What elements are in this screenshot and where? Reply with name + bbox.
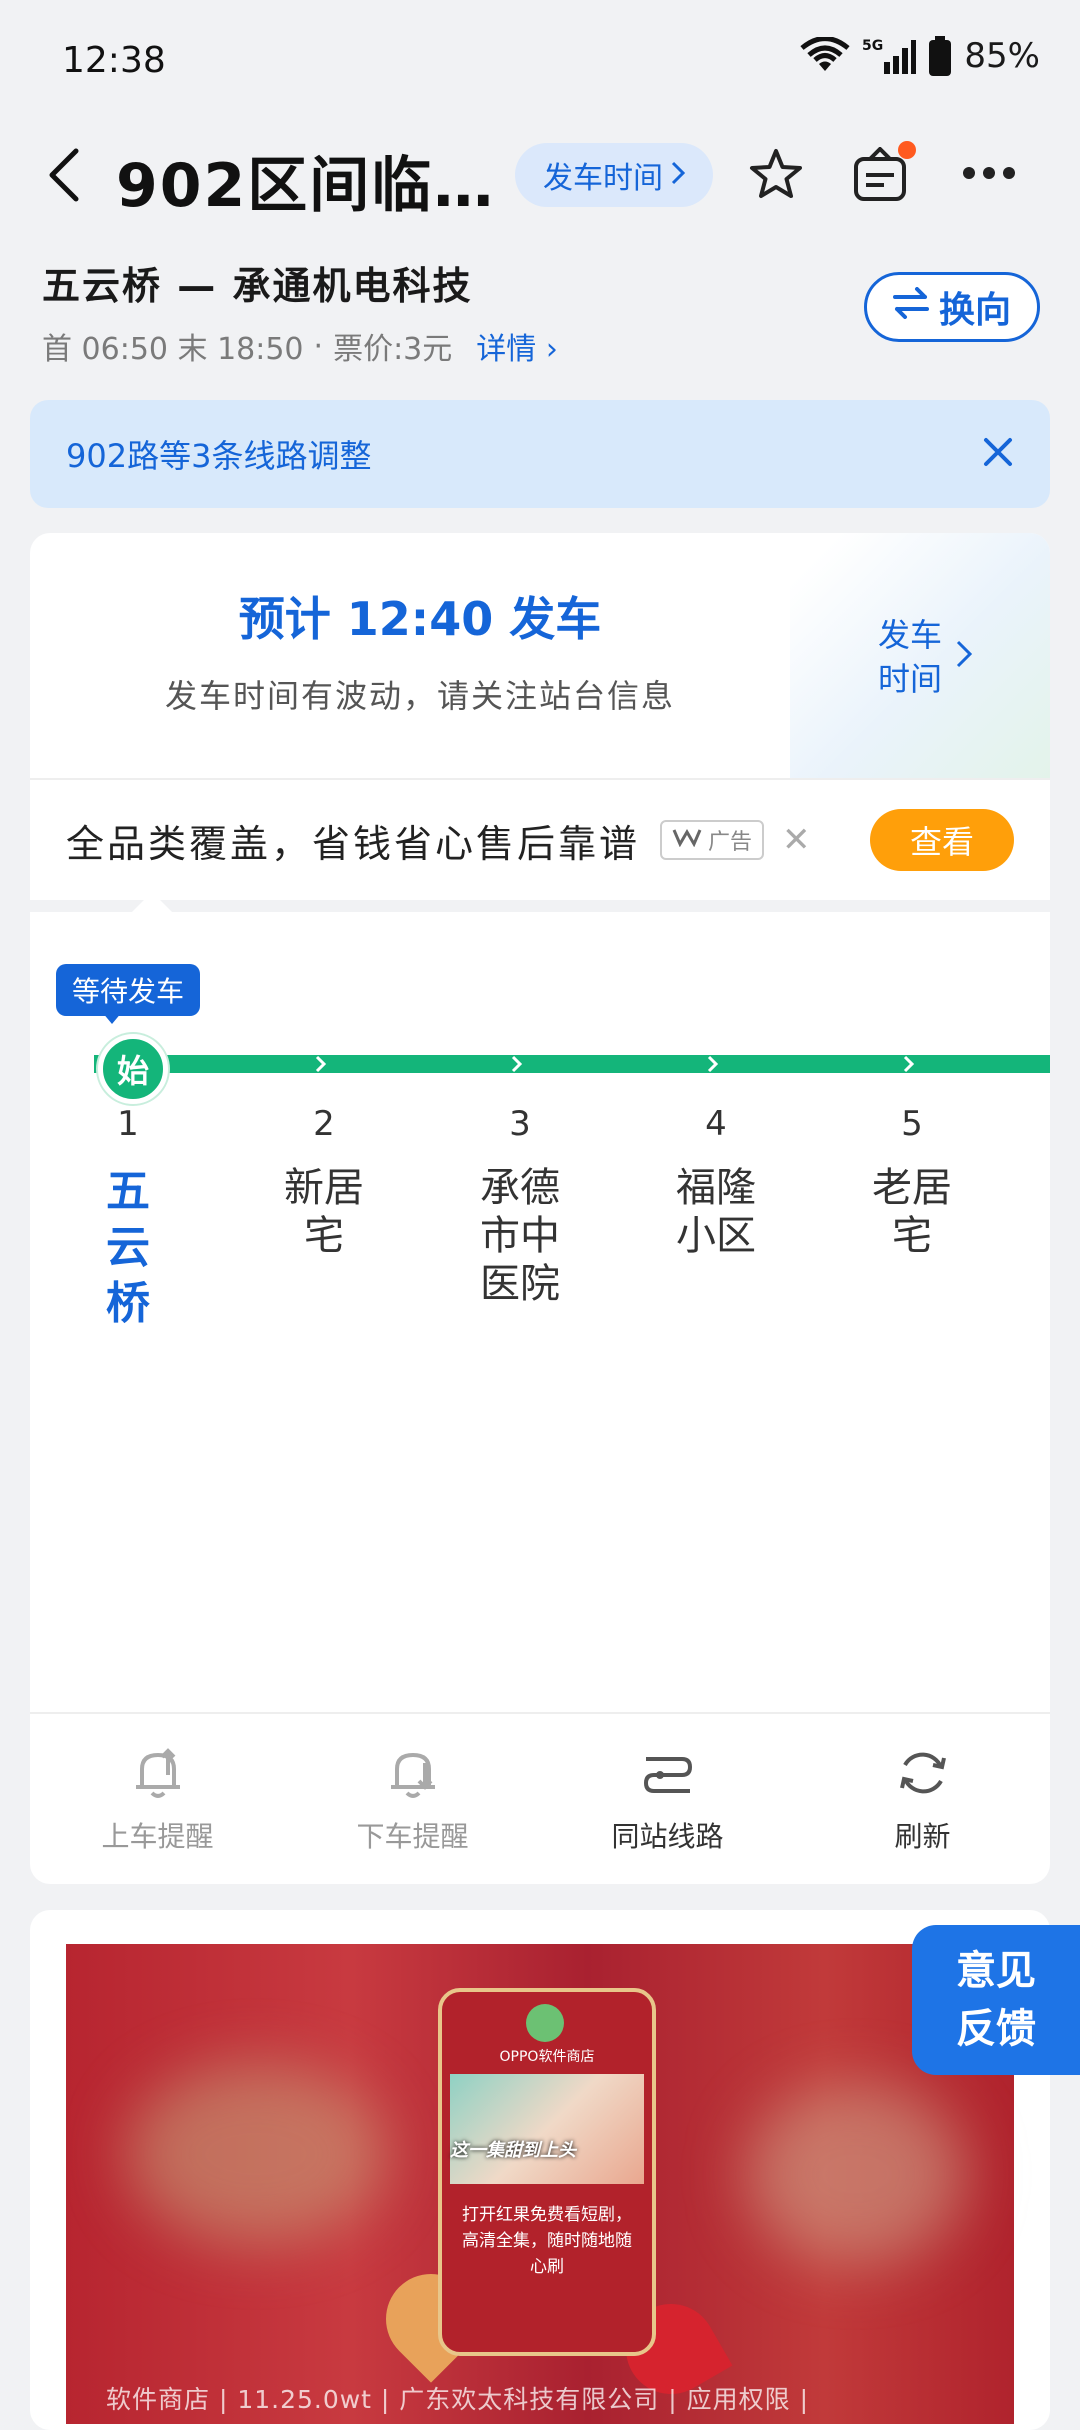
- waiting-departure-tag: 等待发车: [56, 964, 201, 1016]
- line-toolbar: 上车提醒 下车提醒 同站线路 刷新: [30, 1712, 1050, 1886]
- blurred-background-shape: [126, 2064, 386, 2244]
- drama-tagline: 这一集甜到上头: [450, 2140, 576, 2161]
- switch-direction-label: 换向: [938, 290, 1011, 331]
- departure-time-label: 发车时间: [543, 161, 663, 196]
- app-store-logo-icon: [526, 2004, 564, 2042]
- same-stop-lines-button[interactable]: 同站线路: [540, 1714, 795, 1886]
- back-arrow-icon[interactable]: [44, 147, 84, 203]
- route-info: 五云桥 — 承通机电科技 首 06:50 末 18:50 · 票价:3元 详情 …: [42, 255, 558, 368]
- departure-card: 预计 12:40 发车 发车时间有波动，请关注站台信息 发车 时间 全品类覆盖，…: [30, 533, 1050, 900]
- stop-number: 4: [705, 1104, 727, 1144]
- stop-number: 1: [117, 1104, 139, 1144]
- svg-text:5G: 5G: [862, 38, 883, 54]
- notification-dot: [898, 141, 916, 159]
- page-title: 902区间临…: [116, 151, 496, 221]
- feedback-button[interactable]: 意见 反馈: [912, 1925, 1080, 2075]
- stop-name: 新居宅: [284, 1165, 364, 1259]
- bell-board-icon: [130, 1745, 186, 1805]
- cellular-signal-icon: 5G: [862, 36, 917, 76]
- phone-mockup: OPPO软件商店 这一集甜到上头 打开红果免费看短剧，高清全集，随时随地随心刷: [438, 1988, 656, 2356]
- stop-item[interactable]: 2 新居宅: [284, 1104, 364, 1260]
- more-icon[interactable]: [962, 165, 1016, 185]
- wifi-icon: [800, 37, 851, 75]
- separator-dot: ·: [313, 328, 324, 364]
- fare: 票价:3元: [333, 332, 453, 367]
- feedback-line1: 意见: [956, 1948, 1036, 1994]
- schedule-link-line1: 发车: [878, 616, 943, 654]
- details-label: 详情: [476, 332, 537, 367]
- refresh-label: 刷新: [894, 1820, 951, 1853]
- notice-board-icon[interactable]: [852, 141, 916, 207]
- ad-badge-label: 广告: [708, 830, 753, 855]
- start-marker: 始: [98, 1034, 168, 1104]
- departure-title: 预计 12:40 发车: [238, 592, 602, 646]
- battery-icon: [928, 36, 952, 76]
- departure-time-button[interactable]: 发车时间: [515, 143, 713, 207]
- ad-badge: 广告: [660, 820, 765, 860]
- store-name: OPPO软件商店: [499, 2049, 595, 2065]
- refresh-icon: [895, 1745, 951, 1805]
- refresh-button[interactable]: 刷新: [795, 1714, 1050, 1886]
- route-name: 五云桥 — 承通机电科技: [42, 264, 473, 308]
- route-adjustment-notice[interactable]: 902路等3条线路调整: [30, 400, 1050, 508]
- direction-chevron-icon: [900, 1055, 918, 1073]
- inline-ad[interactable]: 全品类覆盖，省钱省心售后靠谱 广告 ✕ 查看: [30, 778, 1050, 900]
- stop-name: 老居宅: [872, 1165, 952, 1259]
- alight-alert-button[interactable]: 下车提醒: [285, 1714, 540, 1886]
- stop-name: 承德市中医院: [480, 1165, 560, 1307]
- app-store-banner-ad[interactable]: OPPO软件商店 这一集甜到上头 打开红果免费看短剧，高清全集，随时随地随心刷 …: [66, 1944, 1014, 2424]
- route-swap-icon: [640, 1745, 696, 1805]
- stop-item[interactable]: 3 承德市中医院: [480, 1104, 560, 1308]
- ad-view-button[interactable]: 查看: [870, 809, 1014, 871]
- notice-text: 902路等3条线路调整: [66, 437, 372, 475]
- departure-schedule-link[interactable]: 发车 时间: [878, 613, 973, 701]
- bottom-ad-card: OPPO软件商店 这一集甜到上头 打开红果免费看短剧，高清全集，随时随地随心刷 …: [30, 1910, 1050, 2430]
- star-icon[interactable]: [748, 147, 804, 207]
- stop-name: 福隆小区: [676, 1165, 756, 1259]
- top-app-bar: 902区间临… 发车时间: [0, 125, 1080, 225]
- pointer-notch: [130, 892, 174, 914]
- schedule-link-line2: 时间: [878, 660, 943, 698]
- promo-copy: 打开红果免费看短剧，高清全集，随时随地随心刷: [462, 2205, 632, 2277]
- chevron-right-icon: [956, 635, 973, 679]
- stop-item[interactable]: 1 五云桥: [88, 1104, 168, 1332]
- feedback-line2: 反馈: [956, 2006, 1036, 2052]
- route-meta: 首 06:50 末 18:50 · 票价:3元 详情 ›: [42, 324, 558, 368]
- status-icons: 5G 85%: [800, 36, 1040, 76]
- ad-text: 全品类覆盖，省钱省心售后靠谱: [66, 821, 641, 866]
- switch-direction-button[interactable]: 换向: [864, 272, 1040, 342]
- details-link[interactable]: 详情 ›: [476, 324, 558, 368]
- close-icon[interactable]: [982, 436, 1014, 472]
- drama-poster-image: [450, 2074, 644, 2184]
- board-alert-label: 上车提醒: [101, 1820, 214, 1853]
- board-alert-button[interactable]: 上车提醒: [30, 1714, 285, 1886]
- direction-chevron-icon: [312, 1055, 330, 1073]
- status-bar: 12:38 5G 85%: [0, 0, 1080, 125]
- stops-card: 等待发车 始 1 五云桥 2 新居宅 3 承德市中医院 4 福隆小区 5 老居宅…: [30, 892, 1050, 1886]
- same-stop-lines-label: 同站线路: [611, 1820, 724, 1853]
- stop-number: 5: [901, 1104, 923, 1144]
- alight-alert-label: 下车提醒: [356, 1820, 469, 1853]
- app-info-footer: 软件商店 | 11.25.0wt | 广东欢太科技有限公司 | 应用权限 |: [106, 2385, 809, 2414]
- direction-chevron-icon: [508, 1055, 526, 1073]
- stop-item[interactable]: 5 老居宅: [872, 1104, 952, 1260]
- stop-item[interactable]: 4 福隆小区: [676, 1104, 756, 1260]
- direction-chevron-icon: [704, 1055, 722, 1073]
- status-time: 12:38: [62, 40, 166, 81]
- departure-subtitle: 发车时间有波动，请关注站台信息: [164, 677, 675, 715]
- stop-name: 五云桥: [106, 1166, 150, 1329]
- bell-alight-icon: [385, 1745, 441, 1805]
- stop-number: 3: [509, 1104, 531, 1144]
- blurred-background-shape: [746, 2084, 966, 2264]
- ad-source-logo-icon: [672, 827, 702, 853]
- departure-estimate: 预计 12:40 发车 发车时间有波动，请关注站台信息: [30, 583, 810, 717]
- first-last-times: 首 06:50 末 18:50: [42, 332, 304, 367]
- battery-percent: 85%: [964, 36, 1040, 76]
- ad-close-icon[interactable]: ✕: [782, 820, 811, 860]
- waiting-tag-pointer: [102, 1012, 122, 1024]
- swap-arrows-icon: [892, 286, 929, 328]
- chevron-right-icon: [671, 158, 686, 193]
- stop-number: 2: [313, 1104, 335, 1144]
